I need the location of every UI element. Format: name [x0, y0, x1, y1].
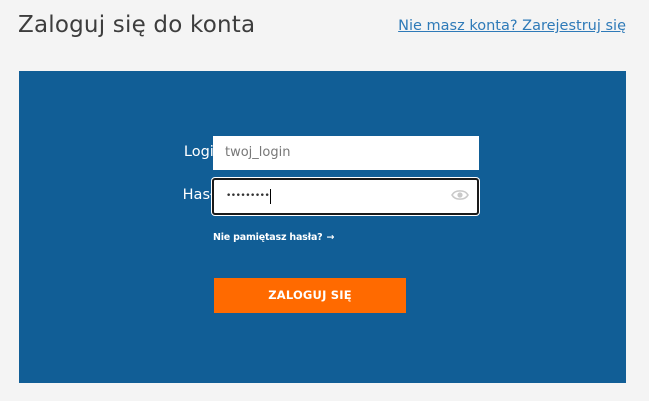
- arrow-right-icon: →: [326, 232, 335, 243]
- login-input[interactable]: twoj_login: [213, 136, 479, 170]
- text-caret: [270, 189, 272, 204]
- password-input[interactable]: •••••••••: [212, 178, 479, 215]
- page-title: Zaloguj się do konta: [18, 12, 256, 38]
- register-link[interactable]: Nie masz konta? Zarejestruj się: [398, 18, 626, 34]
- forgot-password-label: Nie pamiętasz hasła?: [213, 232, 323, 243]
- login-panel: Login twoj_login Hasło ••••••••• Nie pam…: [19, 71, 626, 383]
- forgot-password-link[interactable]: Nie pamiętasz hasła? →: [213, 232, 334, 243]
- password-value: •••••••••: [226, 191, 270, 201]
- login-button[interactable]: ZALOGUJ SIĘ: [214, 278, 406, 313]
- eye-icon[interactable]: [451, 188, 469, 202]
